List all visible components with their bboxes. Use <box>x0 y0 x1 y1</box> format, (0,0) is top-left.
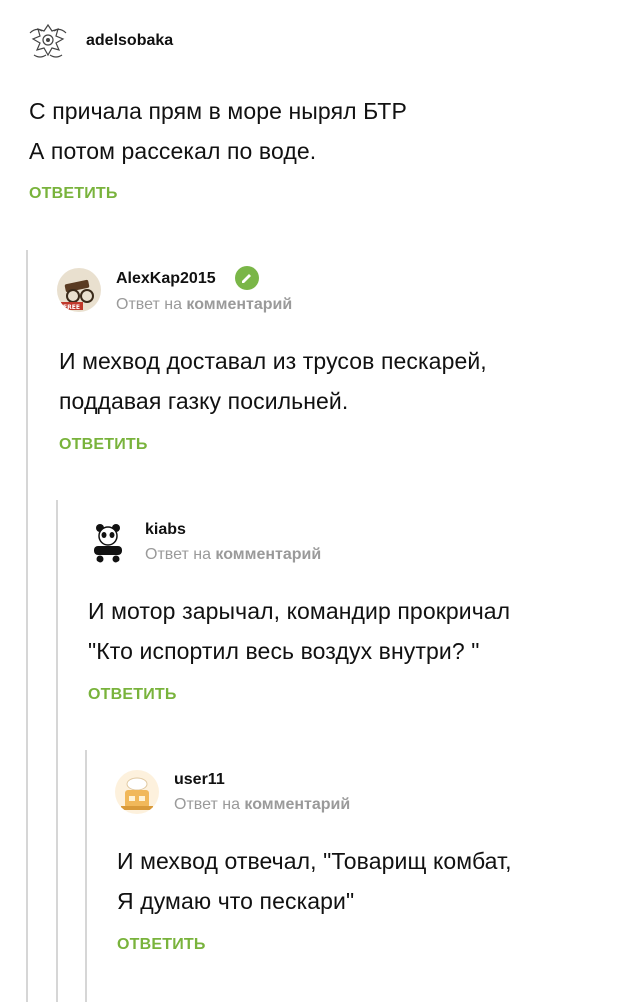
reply-prefix: Ответ на <box>116 296 187 313</box>
comment-text-line: И мотор зарычал, командир прокричал <box>88 598 511 624</box>
reply-target-link[interactable]: комментарий <box>186 296 292 313</box>
reply-to-meta: Ответ на комментарий <box>145 546 321 564</box>
comment-text-line: И мехвод доставал из трусов пескарей, <box>59 348 487 374</box>
comment-text-line: "Кто испортил весь воздух внутри? " <box>88 638 480 664</box>
reply-button[interactable]: ОТВЕТИТЬ <box>29 185 118 203</box>
verified-pencil-icon <box>235 266 259 290</box>
comment-text-line: С причала прям в море нырял БТР <box>29 98 407 124</box>
comment-text-line: А потом рассекал по воде. <box>29 138 317 164</box>
dragon-avatar-icon[interactable] <box>26 19 70 63</box>
cannon-avatar-icon[interactable]: FREE <box>57 268 101 312</box>
reply-prefix: Ответ на <box>174 796 245 813</box>
comment-username[interactable]: AlexKap2015 <box>116 270 216 288</box>
reply-button[interactable]: ОТВЕТИТЬ <box>59 436 148 454</box>
reply-prefix: Ответ на <box>145 546 216 563</box>
comment-text-line: Я думаю что пескари" <box>117 888 355 914</box>
reply-target-link[interactable]: комментарий <box>215 546 321 563</box>
panda-avatar-icon[interactable] <box>86 520 130 564</box>
reply-button[interactable]: ОТВЕТИТЬ <box>117 936 206 954</box>
svg-text:FREE: FREE <box>63 304 80 311</box>
reply-to-meta: Ответ на комментарий <box>116 296 292 314</box>
chef-avatar-icon[interactable] <box>115 770 159 814</box>
thread-line-level-3 <box>85 750 87 1002</box>
reply-to-meta: Ответ на комментарий <box>174 796 350 814</box>
reply-button[interactable]: ОТВЕТИТЬ <box>88 686 177 704</box>
thread-line-level-1 <box>26 250 28 1002</box>
comment-username[interactable]: user11 <box>174 771 225 789</box>
comment-text-line: И мехвод отвечал, "Товарищ комбат, <box>117 848 512 874</box>
comment-username[interactable]: kiabs <box>145 521 186 539</box>
comment-username[interactable]: adelsobaka <box>86 32 173 50</box>
comment-text-line: поддавая газку посильней. <box>59 388 349 414</box>
thread-line-level-2 <box>56 500 58 1002</box>
reply-target-link[interactable]: комментарий <box>244 796 350 813</box>
